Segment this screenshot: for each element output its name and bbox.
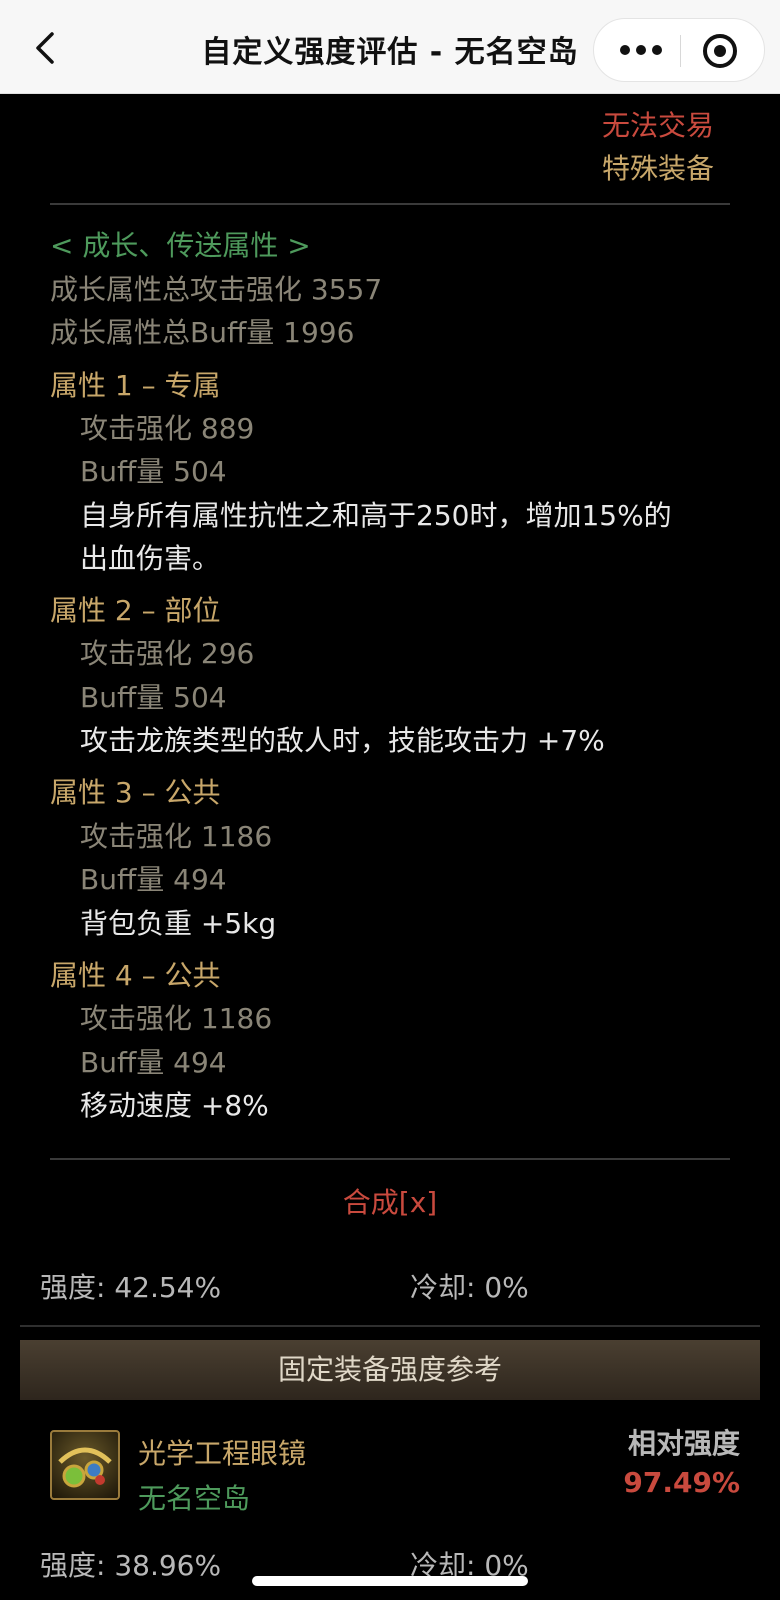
attribute-effect: 出血伤害。: [80, 542, 221, 575]
attribute-title: 属性 4 – 公共: [50, 959, 221, 992]
chevron-left-icon[interactable]: [28, 30, 64, 66]
synthesis-label[interactable]: 合成[x]: [0, 1181, 780, 1221]
attribute-attack: 攻击强化 889: [80, 412, 255, 445]
growth-total-buff: 成长属性总Buff量 1996: [50, 316, 355, 349]
divider: [50, 1158, 730, 1160]
cooldown-value: 冷却: 0%: [410, 1271, 529, 1304]
attribute-buff: Buff量 494: [80, 1046, 227, 1079]
reference-header: 固定装备强度参考: [20, 1340, 760, 1400]
growth-header: < 成长、传送属性 >: [50, 229, 311, 262]
trade-tag: 无法交易: [601, 109, 714, 142]
attribute-effect: 攻击龙族类型的敌人时，技能攻击力 +7%: [80, 724, 605, 757]
relative-strength-label: 相对强度: [627, 1427, 740, 1460]
attribute-attack: 攻击强化 1186: [80, 1002, 273, 1035]
growth-total-attack: 成长属性总攻击强化 3557: [50, 273, 383, 306]
strength-value: 强度: 42.54%: [40, 1271, 222, 1304]
attribute-attack: 攻击强化 1186: [80, 820, 273, 853]
mini-program-capsule: [593, 18, 765, 82]
page-title: 自定义强度评估 - 无名空岛: [201, 35, 579, 70]
equip-type-tag: 特殊装备: [601, 152, 714, 185]
reference-strength-value: 强度: 38.96%: [40, 1549, 222, 1582]
divider: [50, 203, 730, 205]
reference-item-server: 无名空岛: [138, 1482, 251, 1515]
more-dots-icon[interactable]: [616, 38, 666, 62]
attribute-buff: Buff量 504: [80, 455, 227, 488]
nav-bar: 自定义强度评估 - 无名空岛: [0, 0, 780, 94]
attribute-attack: 攻击强化 296: [80, 637, 255, 670]
attribute-effect: 自身所有属性抗性之和高于250时，增加15%的: [80, 499, 672, 532]
attribute-title: 属性 1 – 专属: [50, 369, 221, 402]
home-indicator[interactable]: [252, 1576, 528, 1586]
goggles-icon[interactable]: [50, 1430, 120, 1500]
capsule-divider: [680, 35, 681, 67]
target-circle-icon[interactable]: [703, 34, 737, 68]
attribute-buff: Buff量 504: [80, 681, 227, 714]
divider: [20, 1325, 760, 1327]
attribute-title: 属性 3 – 公共: [50, 776, 221, 809]
attribute-effect: 背包负重 +5kg: [80, 907, 277, 940]
attribute-buff: Buff量 494: [80, 863, 227, 896]
relative-strength-value: 97.49%: [623, 1466, 740, 1499]
attribute-effect: 移动速度 +8%: [80, 1089, 269, 1122]
attribute-title: 属性 2 – 部位: [50, 594, 221, 627]
reference-item-name[interactable]: 光学工程眼镜: [138, 1432, 306, 1472]
